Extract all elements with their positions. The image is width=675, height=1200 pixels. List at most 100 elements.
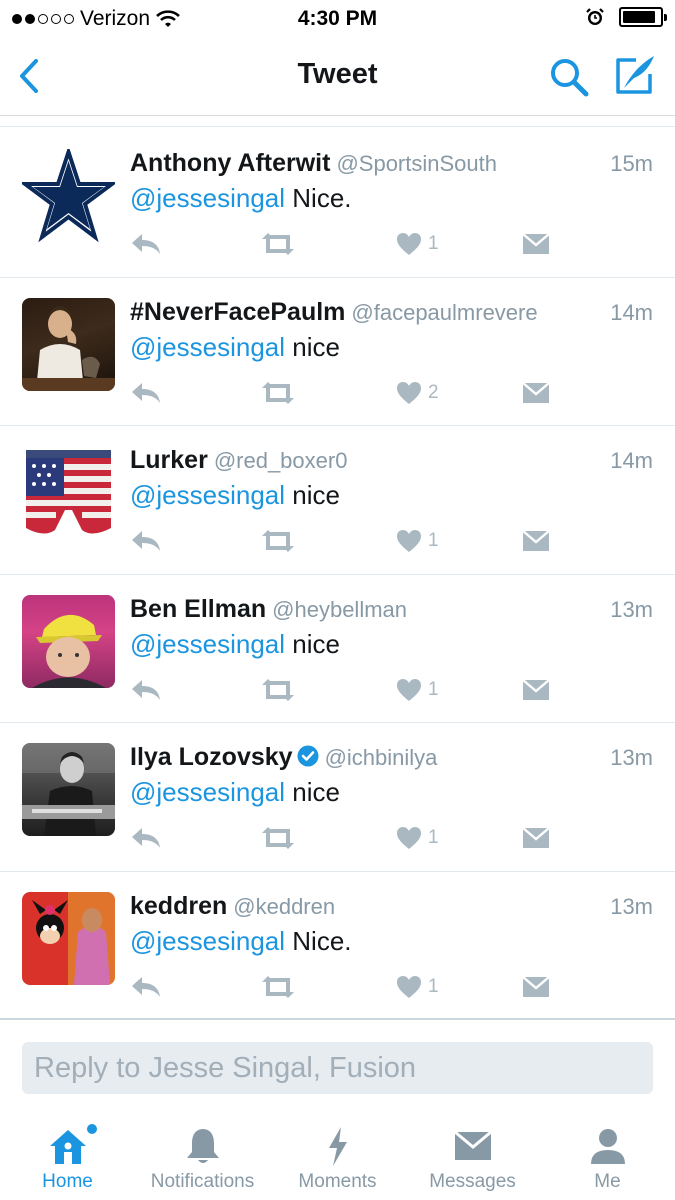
reply-icon (132, 234, 160, 254)
user-handle[interactable]: @keddren (233, 894, 335, 919)
direct-message-button[interactable] (522, 526, 550, 556)
direct-message-button[interactable] (522, 675, 550, 705)
display-name[interactable]: #NeverFacePaulm (130, 298, 345, 326)
reply-button[interactable] (130, 823, 162, 853)
bw-photo-image (22, 743, 115, 836)
user-handle[interactable]: @heybellman (272, 597, 407, 622)
alarm-icon (586, 8, 604, 25)
user-handle[interactable]: @ichbinilya (325, 745, 438, 770)
tweet-actions: 1 (130, 526, 570, 556)
like-count: 1 (428, 530, 439, 551)
user-handle[interactable]: @SportsinSouth (336, 151, 497, 176)
reply-button[interactable] (130, 378, 162, 408)
mention-link[interactable]: @jessesingal (130, 332, 285, 362)
tweet-actions: 1 (130, 823, 570, 853)
envelope-icon (522, 975, 550, 997)
like-button[interactable]: 2 (396, 378, 439, 408)
tab-label: Me (594, 1171, 621, 1192)
like-button[interactable]: 1 (396, 675, 439, 705)
retweet-button[interactable] (260, 526, 296, 556)
tweet-row[interactable]: keddren @keddren 13m @jessesingal Nice. 1 (0, 872, 675, 1020)
retweet-button[interactable] (260, 972, 296, 1002)
display-name[interactable]: Ilya Lozovsky (130, 743, 293, 771)
tweet-text: @jessesingal Nice. (130, 183, 352, 214)
retweet-button[interactable] (260, 675, 296, 705)
direct-message-button[interactable] (522, 823, 550, 853)
tweet-body: nice (292, 331, 340, 362)
retweet-button[interactable] (260, 229, 296, 259)
display-name[interactable]: Ben Ellman (130, 595, 266, 623)
tweet-text: @jessesingal nice (130, 480, 340, 511)
mention-link[interactable]: @jessesingal (130, 480, 285, 510)
display-name[interactable]: Anthony Afterwit (130, 149, 330, 177)
tab-messages[interactable]: Messages (405, 1110, 540, 1200)
envelope-icon (522, 233, 550, 254)
mention-link[interactable]: @jessesingal (130, 183, 285, 213)
avatar[interactable] (22, 297, 115, 391)
tweet-row[interactable]: Lurker @red_boxer0 14m @jessesingal nice … (0, 426, 675, 575)
mention-link[interactable]: @jessesingal (130, 926, 285, 956)
tab-label: Moments (298, 1171, 377, 1192)
tab-moments[interactable]: Moments (270, 1110, 405, 1200)
avatar[interactable] (22, 594, 115, 688)
avatar[interactable] (22, 891, 115, 985)
search-icon[interactable] (548, 56, 590, 98)
reply-icon (132, 976, 160, 997)
reply-button[interactable] (130, 675, 162, 705)
reply-button[interactable] (130, 229, 162, 259)
tweet-body: nice (292, 480, 340, 510)
tweet-row[interactable]: Ben Ellman @heybellman 13m @jessesingal n… (0, 575, 675, 723)
tweet-body: Nice. (292, 183, 352, 213)
battery-level (623, 11, 655, 23)
reply-button[interactable] (130, 972, 162, 1002)
retweet-icon (262, 678, 294, 701)
reply-icon (132, 828, 160, 848)
like-count: 1 (428, 827, 439, 848)
reply-input[interactable] (22, 1042, 653, 1094)
direct-message-button[interactable] (522, 229, 550, 259)
avatar[interactable] (22, 743, 115, 836)
tab-home[interactable]: Home (0, 1110, 135, 1200)
like-button[interactable]: 1 (396, 526, 439, 556)
heart-icon (397, 530, 421, 552)
like-button[interactable]: 1 (396, 229, 439, 259)
tweet-actions: 2 (130, 378, 570, 408)
direct-message-button[interactable] (522, 378, 550, 408)
like-button[interactable]: 1 (396, 972, 439, 1002)
mention-link[interactable]: @jessesingal (130, 629, 285, 659)
tab-label: Notifications (150, 1171, 255, 1192)
tweet-row[interactable]: Anthony Afterwit @SportsinSouth 15m @jess… (0, 129, 675, 278)
envelope-icon (522, 678, 550, 700)
tab-notifications[interactable]: Notifications (135, 1110, 270, 1200)
mention-link[interactable]: @jessesingal (130, 777, 285, 807)
tab-icon-wrap (540, 1124, 675, 1168)
star-icon (22, 149, 115, 242)
avatar[interactable] (22, 446, 115, 539)
tab-bar: Home Notifications Moments Messages Me (0, 1110, 675, 1200)
retweet-button[interactable] (260, 378, 296, 408)
compose-icon[interactable] (612, 52, 658, 98)
heart-icon (397, 975, 421, 998)
timestamp: 14m (610, 448, 653, 473)
tweet-text: @jessesingal Nice. (130, 926, 352, 957)
status-right (585, 7, 667, 27)
tab-me[interactable]: Me (540, 1110, 675, 1200)
display-name[interactable]: Lurker (130, 446, 208, 474)
avatar[interactable] (22, 149, 115, 242)
like-button[interactable]: 1 (396, 823, 439, 853)
battery-icon (619, 7, 667, 27)
retweet-button[interactable] (260, 823, 296, 853)
like-count: 1 (428, 678, 439, 700)
tweet-text: @jessesingal nice (130, 332, 340, 363)
display-name[interactable]: keddren (130, 892, 227, 920)
new-tweets-dot (87, 1124, 97, 1134)
user-handle[interactable]: @red_boxer0 (214, 448, 348, 473)
like-count: 1 (428, 975, 439, 997)
nav-bar: Tweet (0, 38, 675, 116)
reply-button[interactable] (130, 526, 162, 556)
divider (0, 126, 675, 127)
tweet-row[interactable]: #NeverFacePaulm @facepaulmrevere 14m @jes… (0, 278, 675, 426)
user-handle[interactable]: @facepaulmrevere (351, 300, 537, 325)
tweet-row[interactable]: Ilya Lozovsky @ichbinilya 13m @jessesinga… (0, 723, 675, 872)
direct-message-button[interactable] (522, 972, 550, 1002)
